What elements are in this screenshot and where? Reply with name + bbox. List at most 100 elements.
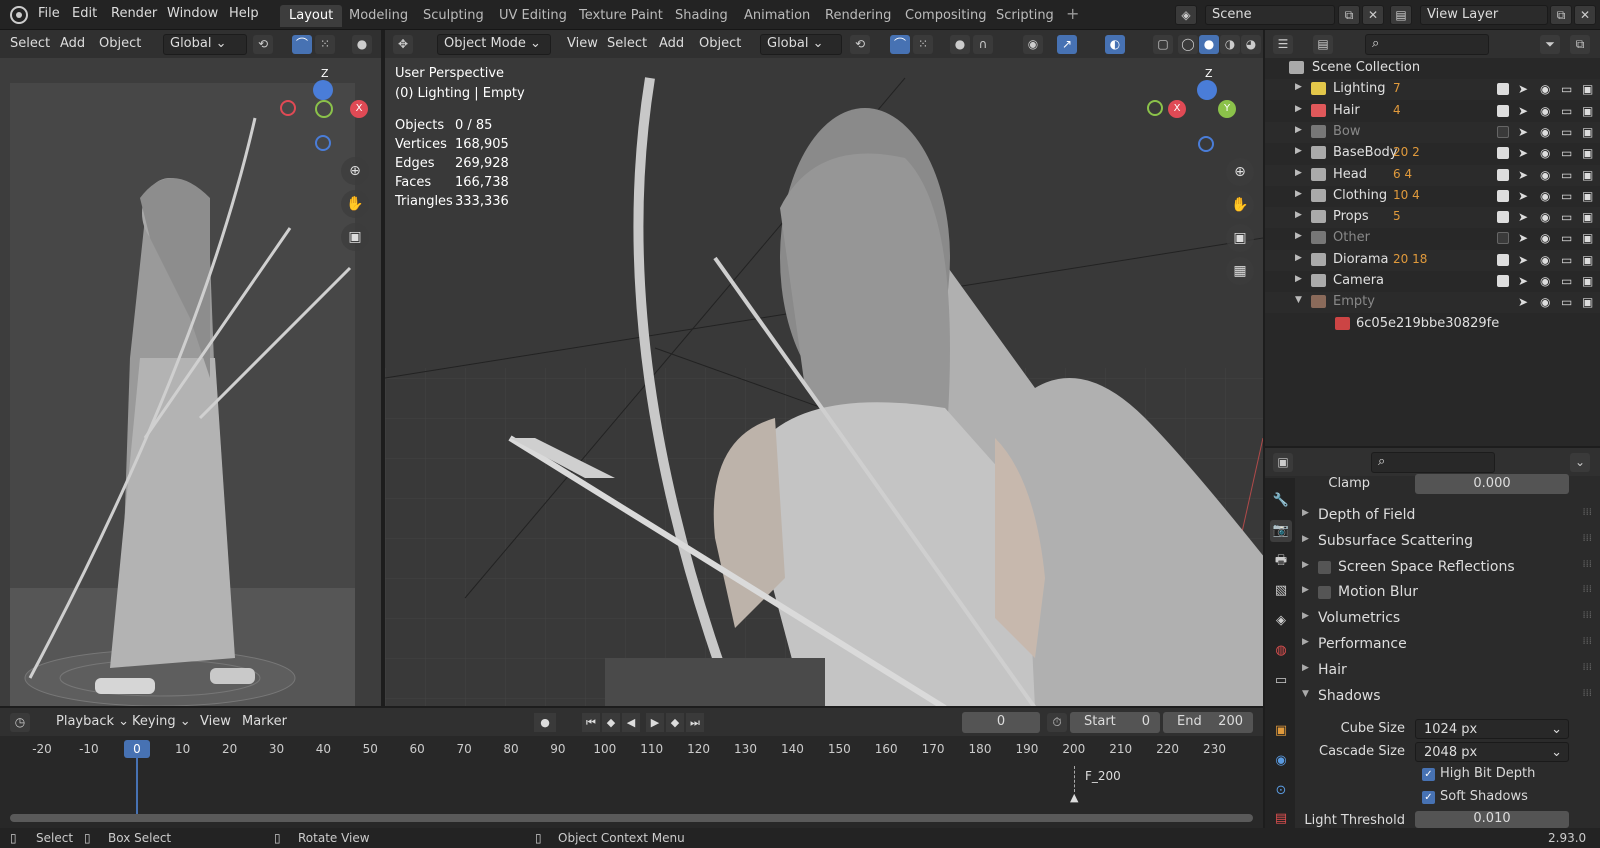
drag-grip-icon[interactable]: ⁞⁞⁞: [1582, 559, 1592, 570]
panel-checkbox[interactable]: [1318, 586, 1331, 600]
panel-motion-blur[interactable]: ▶ Motion Blur ⁞⁞⁞: [1302, 581, 1592, 605]
outliner-row-props[interactable]: ▶ Props 5 ➤ ◉ ▭ ▣: [1265, 207, 1600, 229]
tab-modeling[interactable]: Modeling: [340, 5, 417, 27]
tool-tab-icon[interactable]: 🔧: [1270, 490, 1292, 512]
panel-depth-of-field[interactable]: ▶ Depth of Field ⁞⁞⁞: [1302, 504, 1592, 528]
keying-menu[interactable]: Keying ⌄: [130, 713, 193, 733]
eye-icon[interactable]: ◉: [1540, 104, 1550, 118]
viewport-toggle-icon[interactable]: ▭: [1561, 189, 1572, 203]
selectable-icon[interactable]: ➤: [1518, 104, 1528, 118]
snap-target-icon[interactable]: ⁙: [315, 35, 335, 54]
grid-ortho-icon[interactable]: ▦: [1226, 257, 1254, 285]
scene-name-field[interactable]: Scene: [1205, 5, 1335, 25]
tab-texture-paint[interactable]: Texture Paint: [570, 5, 672, 27]
menu-render[interactable]: Render: [111, 6, 157, 21]
xray-icon[interactable]: ▢: [1153, 35, 1173, 54]
main-pan-hand-icon[interactable]: ✋: [1226, 191, 1254, 219]
expand-arrow-icon[interactable]: ▶: [1295, 231, 1302, 241]
exclude-checkbox[interactable]: [1497, 232, 1509, 245]
mode-dropdown[interactable]: Object Mode ⌄: [437, 34, 551, 55]
jump-start-icon[interactable]: ⏮: [582, 713, 600, 732]
tab-scripting[interactable]: Scripting: [987, 5, 1063, 27]
left-orientation-dropdown[interactable]: Global ⌄: [163, 34, 247, 55]
viewport-toggle-icon[interactable]: ▭: [1561, 274, 1572, 288]
selectable-icon[interactable]: ➤: [1518, 125, 1528, 139]
timeline-editor-icon[interactable]: ◷: [10, 713, 30, 732]
scene-collection-row[interactable]: Scene Collection: [1265, 58, 1600, 79]
render-tab-icon[interactable]: 📷: [1270, 520, 1292, 542]
view-layer-tab-icon[interactable]: ▧: [1270, 580, 1292, 602]
snap-element-icon[interactable]: ⁙: [913, 35, 933, 54]
panel-checkbox[interactable]: [1318, 560, 1331, 574]
viewport-toggle-icon[interactable]: ▭: [1561, 146, 1572, 160]
eye-icon[interactable]: ◉: [1540, 231, 1550, 245]
render-toggle-icon[interactable]: ▣: [1582, 274, 1593, 288]
viewport-toggle-icon[interactable]: ▭: [1561, 168, 1572, 182]
exclude-checkbox[interactable]: [1497, 189, 1509, 202]
play-reverse-icon[interactable]: ◀: [622, 713, 640, 732]
transform-pivot-icon[interactable]: ⟲: [850, 35, 870, 54]
cascade-size-dropdown[interactable]: 2048 px ⌄: [1415, 742, 1569, 762]
stopwatch-icon[interactable]: ⏱: [1047, 713, 1067, 732]
outliner-row-bow[interactable]: ▶ Bow ➤ ◉ ▭ ▣: [1265, 121, 1600, 143]
eye-icon[interactable]: ◉: [1540, 295, 1550, 309]
render-toggle-icon[interactable]: ▣: [1582, 189, 1593, 203]
rendered-shading-icon[interactable]: ◕: [1241, 35, 1261, 54]
next-keyframe-icon[interactable]: ◆: [666, 713, 684, 732]
camera-viewport[interactable]: Select Add Object Global ⌄ ⟲ ⌒ ⁙ ● Z X ⊕…: [0, 30, 383, 706]
properties-search-input[interactable]: ⌕: [1371, 452, 1495, 473]
menu-file[interactable]: File: [38, 6, 60, 21]
marker-menu[interactable]: Marker: [240, 713, 289, 733]
select-menu[interactable]: Select: [605, 35, 649, 55]
output-tab-icon[interactable]: 🖶: [1270, 550, 1292, 572]
expand-arrow-icon[interactable]: ▶: [1295, 82, 1302, 92]
gizmo-neg-x-handle[interactable]: [280, 100, 296, 116]
expand-arrow-icon[interactable]: ▶: [1295, 125, 1302, 135]
camera-view-icon[interactable]: ▣: [341, 223, 369, 251]
main-camera-view-icon[interactable]: ▣: [1226, 224, 1254, 252]
tab-sculpting[interactable]: Sculpting: [414, 5, 493, 27]
playhead[interactable]: 0: [124, 740, 150, 758]
exclude-checkbox[interactable]: [1497, 275, 1509, 287]
selectable-icon[interactable]: ➤: [1518, 168, 1528, 182]
view-menu[interactable]: View: [565, 35, 600, 55]
expand-arrow-icon[interactable]: ▶: [1295, 146, 1302, 156]
panel-volumetrics[interactable]: ▶ Volumetrics ⁞⁞⁞: [1302, 607, 1592, 631]
drag-grip-icon[interactable]: ⁞⁞⁞: [1582, 662, 1592, 673]
filter-icon[interactable]: ⏷: [1540, 35, 1560, 54]
expand-arrow-icon[interactable]: ▶: [1295, 189, 1302, 199]
jump-end-icon[interactable]: ⏭: [686, 713, 704, 732]
exclude-checkbox[interactable]: [1497, 168, 1509, 181]
outliner-search-input[interactable]: ⌕: [1365, 34, 1489, 55]
wireframe-shading-icon[interactable]: ◯: [1178, 35, 1198, 54]
outliner-row-camera[interactable]: ▶ Camera ➤ ◉ ▭ ▣: [1265, 271, 1600, 292]
eye-icon[interactable]: ◉: [1540, 146, 1550, 160]
object-menu[interactable]: Object: [697, 35, 743, 55]
render-toggle-icon[interactable]: ▣: [1582, 295, 1593, 309]
menu-edit[interactable]: Edit: [72, 6, 97, 21]
start-frame-field[interactable]: Start 0: [1070, 712, 1160, 733]
selectable-icon[interactable]: ➤: [1518, 82, 1528, 96]
object-tab-icon[interactable]: ▣: [1270, 720, 1292, 742]
exclude-checkbox[interactable]: [1497, 104, 1509, 117]
high-bit-depth-checkbox[interactable]: ✓: [1422, 768, 1435, 781]
drag-grip-icon[interactable]: ⁞⁞⁞: [1582, 688, 1592, 699]
overlay-toggle-icon[interactable]: ◐: [1105, 35, 1125, 54]
orientation-dropdown[interactable]: Global ⌄: [760, 34, 842, 55]
selectable-icon[interactable]: ➤: [1518, 231, 1528, 245]
tab-uv-editing[interactable]: UV Editing: [490, 5, 576, 27]
tab-compositing[interactable]: Compositing: [896, 5, 996, 27]
eye-icon[interactable]: ◉: [1540, 274, 1550, 288]
new-scene-icon[interactable]: ⧉: [1338, 5, 1360, 25]
drag-grip-icon[interactable]: ⁞⁞⁞: [1582, 533, 1592, 544]
selectable-icon[interactable]: ➤: [1518, 146, 1528, 160]
exclude-checkbox[interactable]: [1497, 83, 1509, 96]
drag-grip-icon[interactable]: ⁞⁞⁞: [1582, 610, 1592, 621]
expand-arrow-icon[interactable]: ▶: [1295, 168, 1302, 178]
left-select-menu[interactable]: Select: [8, 35, 52, 55]
outliner-row-head[interactable]: ▶ Head 6 4 ➤ ◉ ▭ ▣: [1265, 164, 1600, 186]
render-toggle-icon[interactable]: ▣: [1582, 125, 1593, 139]
eye-icon[interactable]: ◉: [1540, 125, 1550, 139]
main-viewport[interactable]: ✥ Object Mode ⌄ View Select Add Object G…: [385, 30, 1263, 706]
eye-icon[interactable]: ◉: [1540, 189, 1550, 203]
